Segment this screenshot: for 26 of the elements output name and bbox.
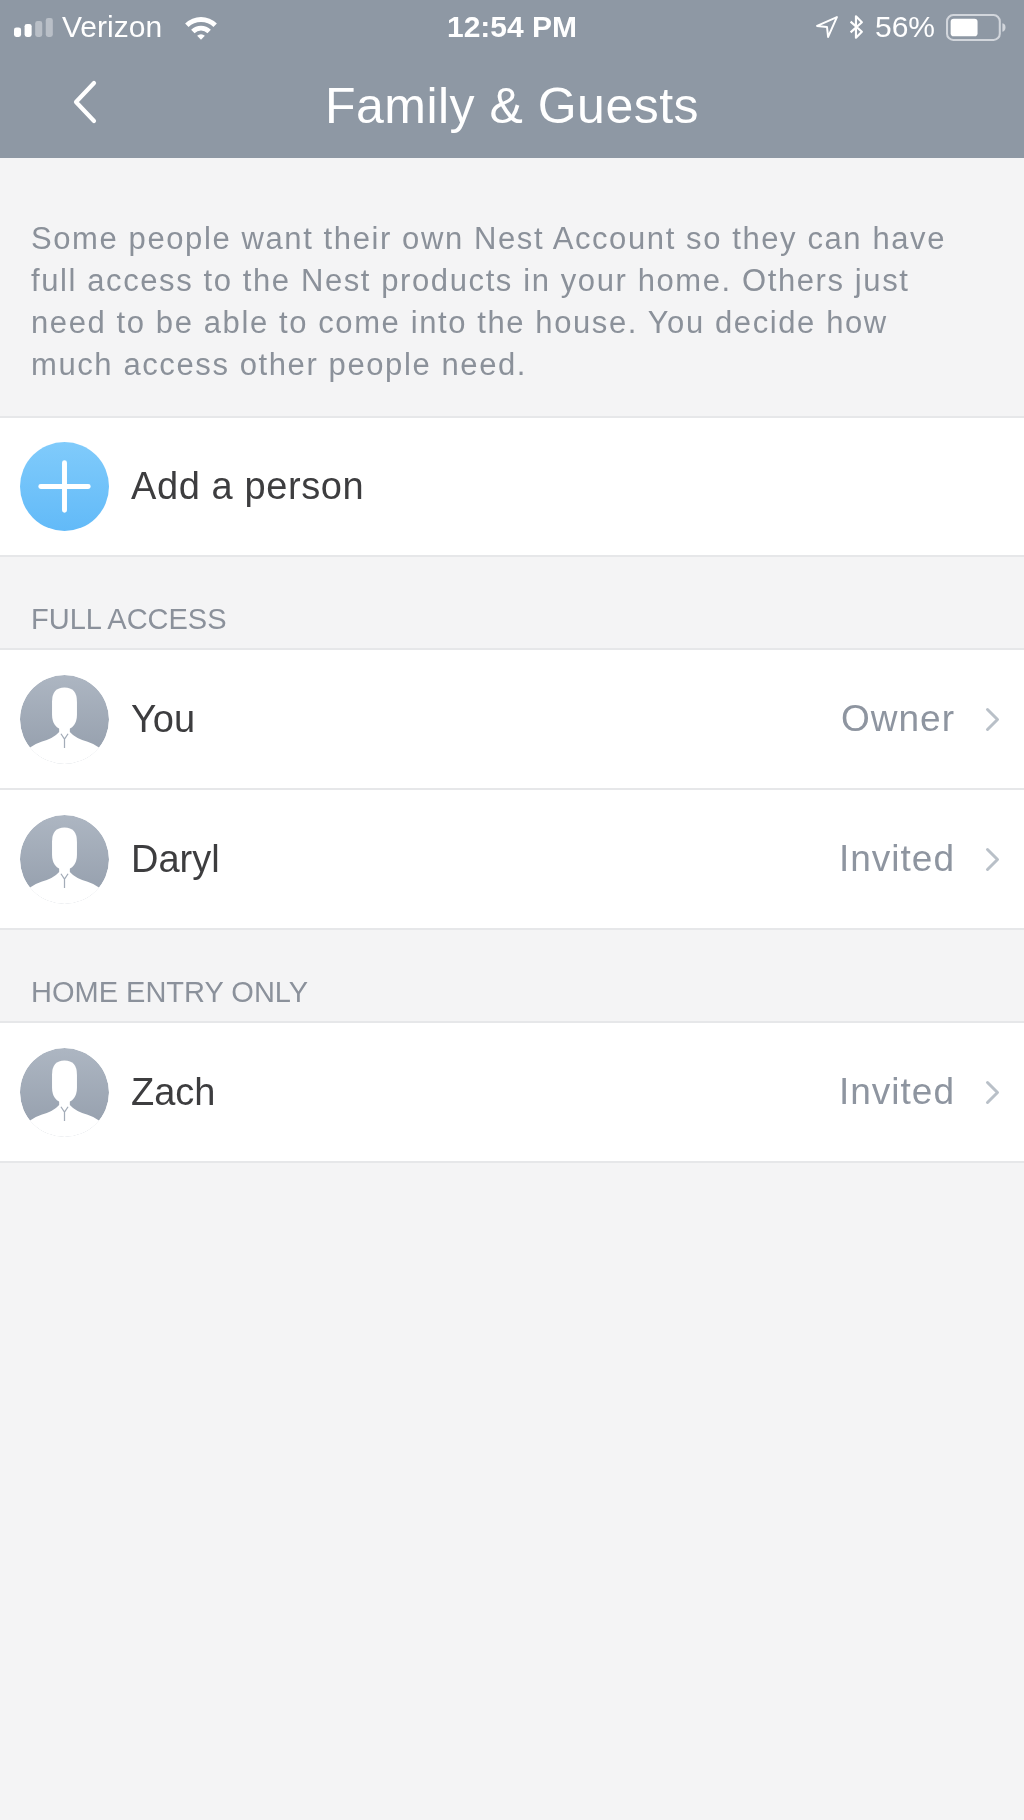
back-icon[interactable] xyxy=(73,80,97,124)
wifi-icon xyxy=(184,14,219,40)
chevron-right-icon xyxy=(985,706,1000,732)
person-name: Daryl xyxy=(131,837,221,881)
person-name: Zach xyxy=(131,1070,217,1114)
plus-icon xyxy=(20,442,109,531)
access-status: Owner xyxy=(841,698,955,740)
bluetooth-icon xyxy=(848,14,864,40)
access-status: Invited xyxy=(839,1071,955,1113)
section-header: HOME ENTRY ONLY xyxy=(31,976,309,1009)
carrier-name: Verizon xyxy=(62,10,163,44)
location-arrow-icon xyxy=(815,16,838,38)
person-name: You xyxy=(131,697,197,741)
add-person-button[interactable]: Add a person xyxy=(0,418,1024,557)
battery-percent: 56% xyxy=(874,10,935,44)
chevron-right-icon xyxy=(985,1079,1000,1105)
avatar-silhouette-icon xyxy=(20,1047,109,1137)
battery-icon xyxy=(946,13,1006,41)
access-status: Invited xyxy=(839,838,955,880)
avatar-silhouette-icon xyxy=(20,674,109,764)
avatar-silhouette-icon xyxy=(20,814,109,904)
chevron-right-icon xyxy=(985,846,1000,872)
section-header: FULL ACCESS xyxy=(31,603,227,636)
signal-icon xyxy=(14,17,54,37)
screen-title: Family & Guests xyxy=(324,77,700,135)
clock-time: 12:54 PM xyxy=(446,10,578,44)
